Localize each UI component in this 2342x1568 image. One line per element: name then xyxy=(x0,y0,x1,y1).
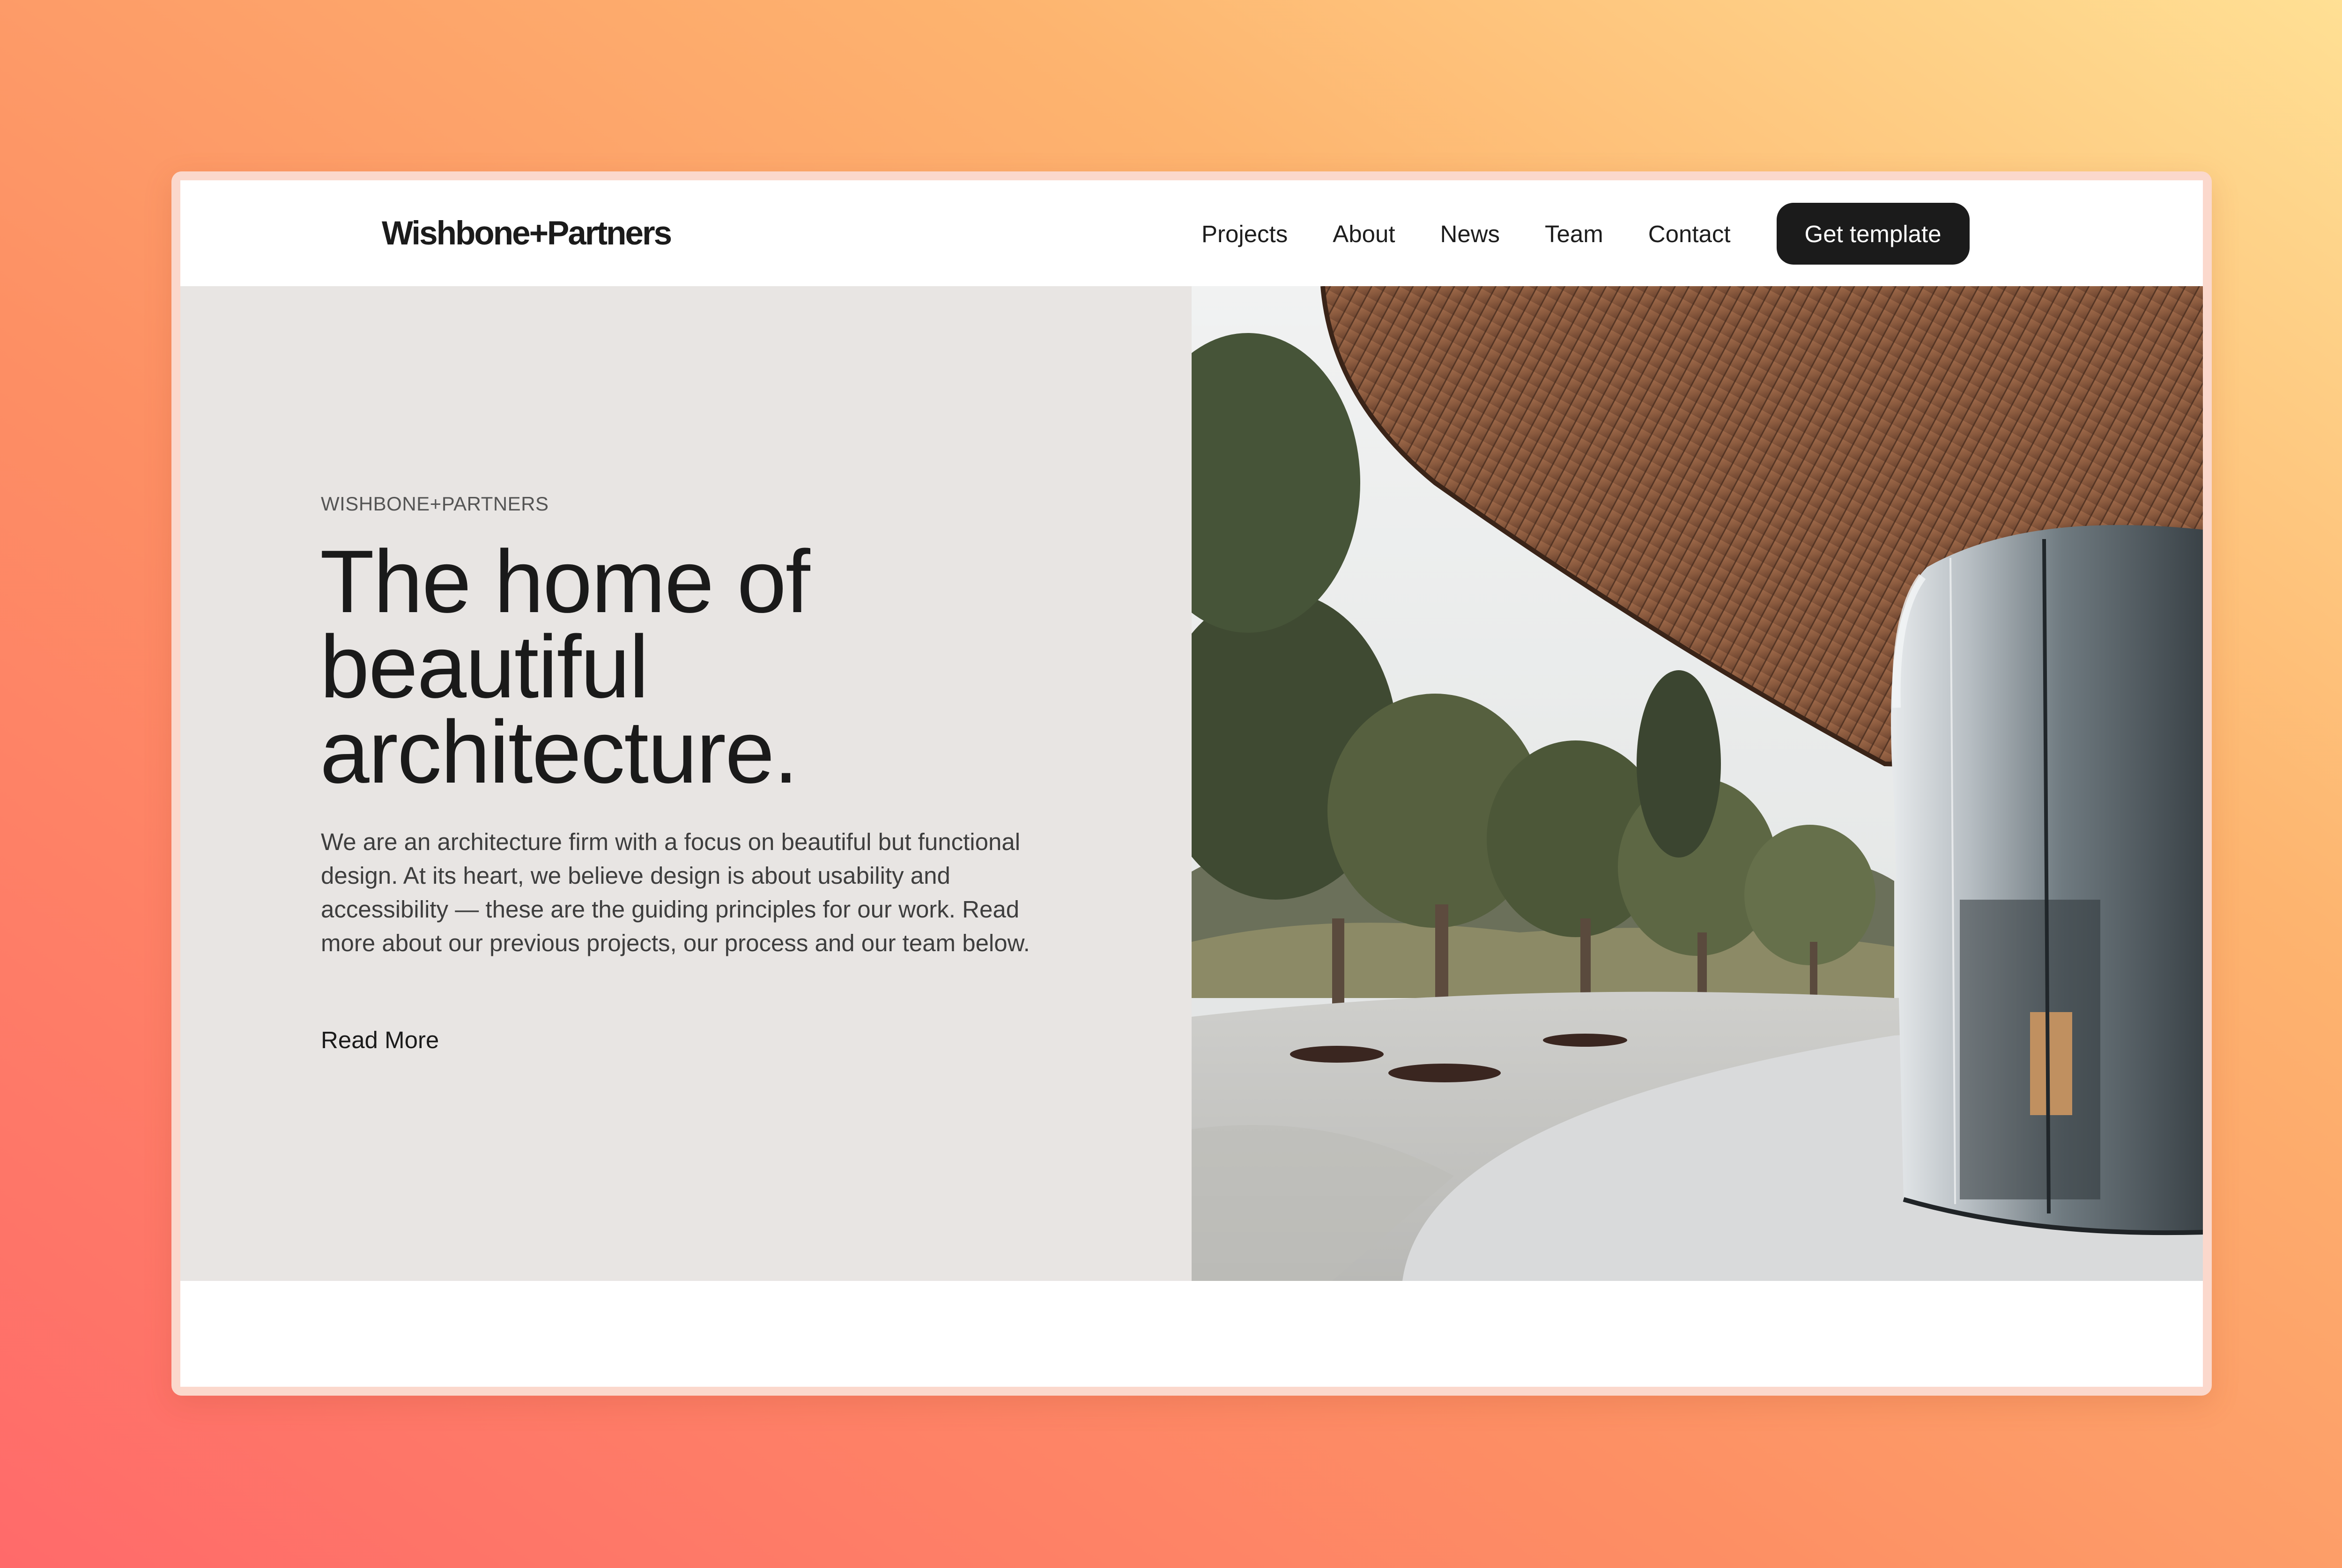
nav-item-contact[interactable]: Contact xyxy=(1648,220,1731,248)
hero-eyebrow: WISHBONE+PARTNERS xyxy=(321,493,549,515)
headline-line-1: The home of xyxy=(320,532,810,631)
hero-headline: The home of beautiful architecture. xyxy=(320,537,1116,797)
hero-text-panel: WISHBONE+PARTNERS The home of beautiful ar… xyxy=(180,286,1192,1281)
site-logo[interactable]: Wishbone+Partners xyxy=(382,211,672,256)
architecture-photo xyxy=(1192,286,2203,1281)
hero-image xyxy=(1192,286,2203,1281)
hero-description: We are an architecture firm with a focus… xyxy=(321,828,1030,956)
main-nav: Projects About News Team Contact Get tem… xyxy=(1201,203,1970,265)
nav-item-about[interactable]: About xyxy=(1333,220,1395,248)
nav-item-news[interactable]: News xyxy=(1440,220,1500,248)
nav-item-projects[interactable]: Projects xyxy=(1201,220,1288,248)
site-header: Wishbone+Partners Projects About News Te… xyxy=(180,180,2203,286)
headline-line-2: beautiful xyxy=(320,617,649,717)
page-footer-area xyxy=(180,1281,2203,1387)
headline-line-3: architecture. xyxy=(320,703,798,802)
get-template-button[interactable]: Get template xyxy=(1776,203,1970,265)
nav-item-team[interactable]: Team xyxy=(1545,220,1603,248)
hero-section: WISHBONE+PARTNERS The home of beautiful ar… xyxy=(180,286,2203,1281)
website-window: Wishbone+Partners Projects About News Te… xyxy=(180,180,2203,1387)
read-more-link[interactable]: Read More xyxy=(321,1026,439,1054)
